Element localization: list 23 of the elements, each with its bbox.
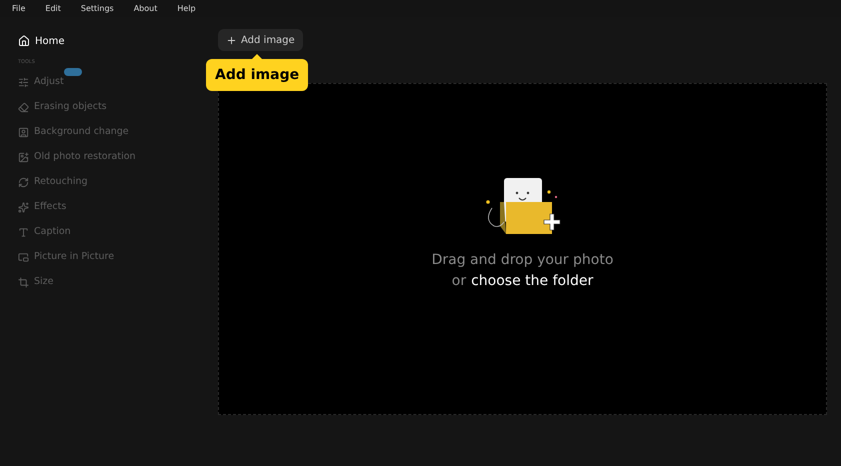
image-icon xyxy=(18,152,29,162)
add-image-button[interactable]: Add image xyxy=(218,29,303,51)
picture-in-picture-icon xyxy=(18,252,29,262)
choose-folder-link[interactable]: choose the folder xyxy=(471,271,594,292)
tooltip: Add image xyxy=(206,59,308,91)
menu-item[interactable]: Edit xyxy=(45,2,61,14)
menu-item[interactable]: About xyxy=(134,2,158,14)
home-icon xyxy=(18,35,30,47)
menu-item[interactable]: Help xyxy=(177,2,196,14)
plus-icon xyxy=(226,34,237,46)
sparkles-icon xyxy=(18,202,29,212)
menu-item[interactable]: Settings xyxy=(80,2,114,14)
drop-hint: Drag and drop your photo xyxy=(432,251,614,270)
portrait-icon xyxy=(18,126,29,138)
menu-item[interactable]: File xyxy=(12,2,26,14)
home-item[interactable]: Home xyxy=(18,33,210,49)
or-text: or xyxy=(452,272,466,291)
crop-icon xyxy=(18,276,29,288)
drop-zone[interactable]: Drag and drop your photo or choose the folder xyxy=(218,83,827,415)
eraser-icon xyxy=(18,102,29,112)
text-icon xyxy=(18,226,29,238)
sliders-icon xyxy=(18,76,29,88)
refresh-icon xyxy=(18,176,29,188)
